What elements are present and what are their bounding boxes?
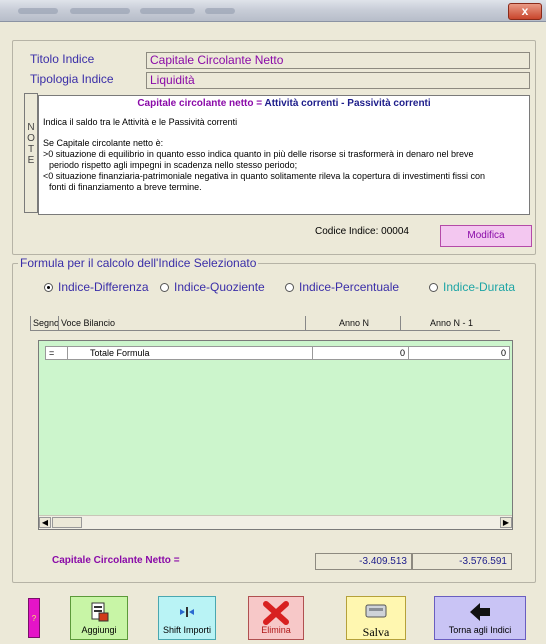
total-anno-n1: -3.576.591 (412, 553, 512, 570)
title-bar: x (0, 0, 546, 22)
notes-line: fonti di finanziamento a breve termine. (49, 182, 202, 192)
elimina-button[interactable]: Elimina (248, 596, 304, 640)
notes-line: Se Capitale circolante netto è: (43, 138, 164, 148)
aggiungi-button[interactable]: Aggiungi (70, 596, 128, 640)
help-button[interactable]: ? (28, 598, 40, 638)
title-blur (140, 8, 195, 14)
scroll-right-icon[interactable]: ▶ (500, 517, 512, 528)
cell-anno-n[interactable]: 0 (312, 347, 409, 359)
horizontal-scrollbar[interactable]: ◀ ▶ (39, 515, 512, 529)
elimina-label: Elimina (261, 625, 291, 635)
title-blur (205, 8, 235, 14)
radio-dot-icon (285, 282, 294, 292)
notes-tab-letter: O (27, 133, 35, 144)
scroll-thumb[interactable] (52, 517, 82, 528)
torna-agli-indici-button[interactable]: Torna agli Indici (434, 596, 526, 640)
header-segno[interactable]: Segno (30, 316, 59, 330)
notes-tab[interactable]: N O T E (24, 93, 38, 213)
notes-tab-letter: T (27, 144, 35, 155)
notes-line: periodo rispetto agli impegni in scadenz… (49, 160, 298, 170)
grid-header-divider (30, 330, 500, 331)
title-blur (70, 8, 130, 14)
add-row-icon (71, 601, 127, 623)
torna-label: Torna agli Indici (448, 625, 512, 635)
radio-label: Indice-Quoziente (174, 280, 265, 294)
shift-importi-button[interactable]: Shift Importi (158, 596, 216, 640)
header-anno-n[interactable]: Anno N (305, 316, 400, 330)
notes-line: >0 situazione di equilibrio in quanto es… (43, 149, 474, 159)
notes-line: <0 situazione finanziaria-patrimoniale n… (43, 171, 485, 181)
tipologia-field[interactable]: Liquidità (146, 72, 530, 89)
notes-title: Capitale circolante netto = Attività cor… (43, 98, 525, 109)
cell-voce[interactable]: Totale Formula (68, 347, 320, 359)
notes-title-part2: Attività correnti - Passività correnti (264, 98, 431, 109)
radio-differenza[interactable]: Indice-Differenza (44, 280, 149, 294)
delete-x-icon (249, 601, 303, 625)
titolo-field[interactable]: Capitale Circolante Netto (146, 52, 530, 69)
notes-tab-letter: N (27, 122, 35, 133)
save-icon (347, 601, 405, 623)
total-anno-n: -3.409.513 (315, 553, 412, 570)
tipologia-label: Tipologia Indice (30, 72, 114, 86)
formula-legend: Formula per il calcolo dell'Indice Selez… (18, 256, 259, 270)
notes-textarea[interactable]: Capitale circolante netto = Attività cor… (38, 95, 530, 215)
cell-segno[interactable]: = (46, 347, 68, 359)
radio-quoziente[interactable]: Indice-Quoziente (160, 280, 265, 294)
title-blur (18, 8, 58, 14)
formula-grid[interactable]: = Totale Formula 0 0 ◀ ▶ (38, 340, 513, 530)
total-label: Capitale Circolante Netto = (52, 555, 180, 566)
back-arrow-icon (435, 601, 525, 623)
close-icon: x (521, 4, 529, 18)
shift-icon (159, 601, 215, 623)
close-button[interactable]: x (508, 3, 542, 20)
notes-line: Indica il saldo tra le Attività e le Pas… (43, 117, 238, 127)
salva-label: Salva (362, 625, 390, 639)
notes-title-part1: Capitale circolante netto = (137, 98, 265, 109)
radio-dot-icon (160, 282, 169, 292)
header-anno-n1[interactable]: Anno N - 1 (400, 316, 500, 330)
salva-button[interactable]: Salva (346, 596, 406, 640)
radio-dot-icon (44, 282, 53, 292)
table-row[interactable]: = Totale Formula 0 0 (45, 346, 510, 360)
scroll-left-icon[interactable]: ◀ (39, 517, 51, 528)
header-voce[interactable]: Voce Bilancio (58, 316, 305, 330)
codice-indice: Codice Indice: 00004 (315, 226, 409, 237)
radio-label: Indice-Percentuale (299, 280, 400, 294)
cell-anno-n1[interactable]: 0 (409, 347, 509, 359)
radio-dot-icon (429, 282, 438, 292)
radio-durata[interactable]: Indice-Durata (429, 280, 515, 294)
notes-tab-letter: E (27, 155, 35, 166)
grid-header: Segno Voce Bilancio Anno N Anno N - 1 (30, 316, 500, 330)
modifica-button[interactable]: Modifica (440, 225, 532, 247)
titolo-label: Titolo Indice (30, 52, 95, 66)
radio-percentuale[interactable]: Indice-Percentuale (285, 280, 399, 294)
shift-label: Shift Importi (162, 625, 211, 635)
radio-label: Indice-Durata (443, 280, 516, 294)
aggiungi-label: Aggiungi (81, 625, 117, 635)
radio-label: Indice-Differenza (58, 280, 149, 294)
